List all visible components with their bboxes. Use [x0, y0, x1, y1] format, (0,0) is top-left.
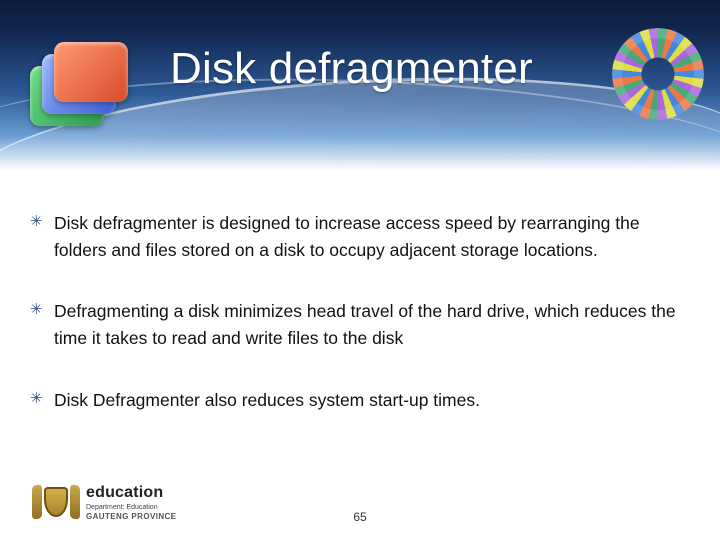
page-number: 65	[0, 510, 720, 524]
slide-title: Disk defragmenter	[170, 44, 533, 94]
slide-body: Disk defragmenter is designed to increas…	[28, 210, 692, 448]
color-ring-icon	[612, 28, 704, 120]
slide-header: Disk defragmenter	[0, 0, 720, 170]
bullet-item: Disk Defragmenter also reduces system st…	[28, 387, 692, 414]
logo-title: education	[86, 485, 176, 501]
defrag-blocks-icon	[24, 36, 120, 132]
bullet-item: Disk defragmenter is designed to increas…	[28, 210, 692, 264]
bullet-item: Defragmenting a disk minimizes head trav…	[28, 298, 692, 352]
slide: Disk defragmenter Disk defragmenter is d…	[0, 0, 720, 540]
